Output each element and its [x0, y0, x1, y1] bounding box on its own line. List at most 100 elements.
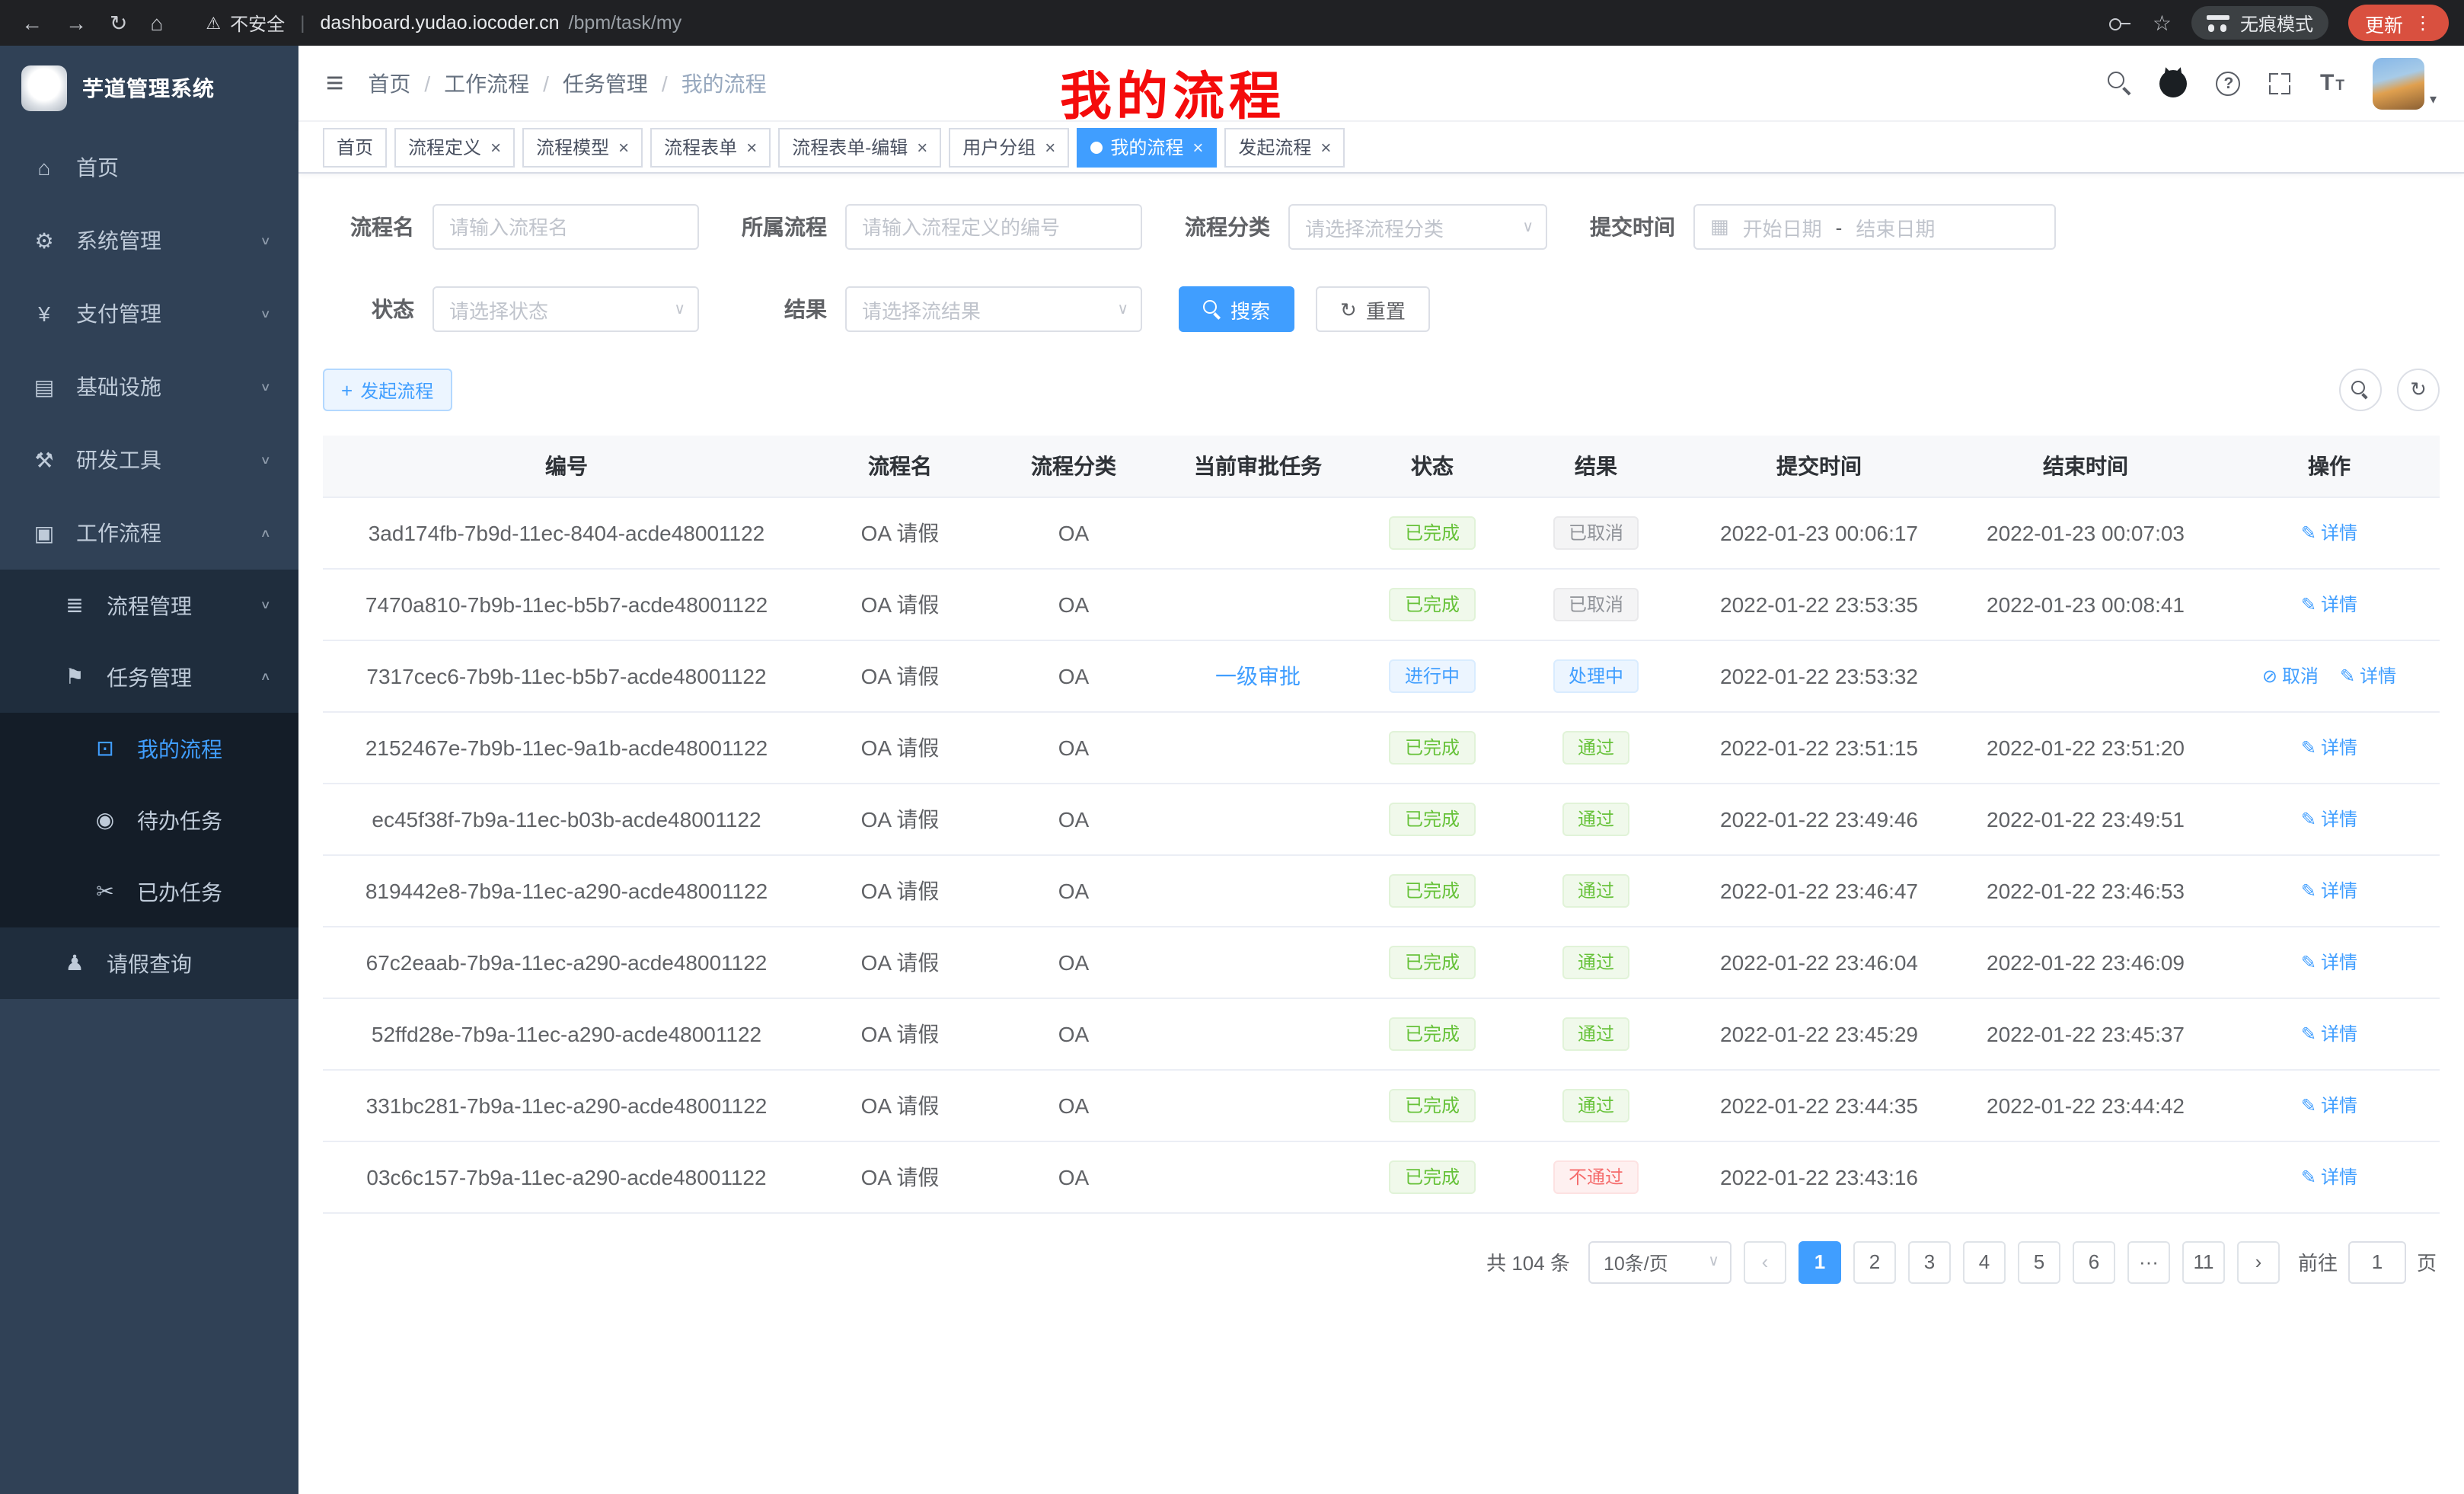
bookmark-star-icon[interactable]: ☆ — [2153, 10, 2172, 36]
font-size-icon[interactable]: TT — [2320, 72, 2344, 94]
page-button[interactable]: 2 — [1853, 1240, 1896, 1283]
sidebar-item-payment-management[interactable]: ¥支付管理∨ — [0, 277, 298, 350]
page-button[interactable]: 3 — [1908, 1240, 1951, 1283]
sidebar-item-process-management[interactable]: ≣流程管理∨ — [0, 570, 298, 641]
cancel-link[interactable]: ⊘取消 — [2262, 663, 2319, 689]
detail-link[interactable]: ✎详情 — [2340, 663, 2396, 689]
logo-row[interactable]: 芋道管理系统 — [0, 46, 298, 131]
browser-home-icon[interactable]: ⌂ — [150, 12, 163, 34]
detail-link[interactable]: ✎详情 — [2301, 1093, 2357, 1119]
workflow-icon: ▣ — [30, 520, 58, 546]
detail-link[interactable]: ✎详情 — [2301, 1021, 2357, 1047]
cell-category: OA — [990, 1141, 1157, 1212]
sidebar-item-my-process[interactable]: ⊡我的流程 — [0, 713, 298, 784]
tab-home[interactable]: 首页 — [323, 127, 387, 167]
browser-update-button[interactable]: 更新 ⋮ — [2348, 5, 2449, 41]
sidebar-item-todo-task[interactable]: ◉待办任务 — [0, 784, 298, 856]
reset-button[interactable]: ↻ 重置 — [1316, 286, 1430, 332]
cell-actions: ✎详情 — [2219, 1069, 2440, 1141]
goto-page-input[interactable] — [2348, 1240, 2406, 1283]
prev-page-button[interactable]: ‹ — [1744, 1240, 1786, 1283]
category-select[interactable]: 请选择流程分类 ∨ — [1288, 204, 1547, 250]
detail-link[interactable]: ✎详情 — [2301, 592, 2357, 618]
next-page-button[interactable]: › — [2237, 1240, 2280, 1283]
detail-link[interactable]: ✎详情 — [2301, 1164, 2357, 1190]
tab-process-model[interactable]: 流程模型× — [522, 127, 643, 167]
password-key-icon[interactable] — [2110, 12, 2133, 34]
detail-link[interactable]: ✎详情 — [2301, 950, 2357, 975]
close-icon[interactable]: × — [1192, 138, 1203, 156]
sidebar-item-dev-tools[interactable]: ⚒研发工具∨ — [0, 423, 298, 496]
close-icon[interactable]: × — [1045, 138, 1055, 156]
back-icon[interactable]: ← — [21, 12, 43, 34]
date-range-picker[interactable]: ▦ 开始日期 - 结束日期 — [1693, 204, 2056, 250]
incognito-badge: 无痕模式 — [2191, 6, 2328, 40]
tab-my-process[interactable]: 我的流程× — [1077, 127, 1217, 167]
close-icon[interactable]: × — [746, 138, 757, 156]
browser-right-controls: ☆ 无痕模式 更新 ⋮ — [2110, 5, 2464, 41]
tab-process-definition[interactable]: 流程定义× — [394, 127, 515, 167]
app-title: 芋道管理系统 — [82, 73, 215, 104]
cell-status: 已完成 — [1358, 854, 1506, 926]
cell-status: 已完成 — [1358, 1069, 1506, 1141]
breadcrumb-item[interactable]: 任务管理 — [563, 68, 648, 98]
fullscreen-icon[interactable] — [2270, 72, 2291, 94]
result-select[interactable]: 请选择流结果 ∨ — [845, 286, 1142, 332]
navbar: ≡ 首页/工作流程/任务管理/我的流程 我的流程 ? TT ▾ — [298, 46, 2464, 122]
column-header: 流程分类 — [990, 436, 1157, 496]
page-button[interactable]: 5 — [2018, 1240, 2060, 1283]
close-icon[interactable]: × — [1320, 138, 1331, 156]
tab-user-group[interactable]: 用户分组× — [949, 127, 1069, 167]
url-bar[interactable]: ⚠ 不安全 | dashboard.yudao.iocoder.cn/bpm/t… — [206, 10, 681, 36]
tab-process-form[interactable]: 流程表单× — [650, 127, 771, 167]
cell-current-task — [1157, 1141, 1358, 1212]
github-icon[interactable] — [2160, 69, 2188, 97]
page-button[interactable]: 4 — [1963, 1240, 2006, 1283]
page-button[interactable]: 6 — [2073, 1240, 2115, 1283]
user-menu[interactable]: ▾ — [2373, 57, 2437, 109]
sidebar-item-workflow[interactable]: ▣工作流程∧ — [0, 496, 298, 570]
detail-link[interactable]: ✎详情 — [2301, 520, 2357, 546]
pagination-ellipsis[interactable]: ··· — [2127, 1240, 2170, 1283]
current-task-link[interactable]: 一级审批 — [1215, 663, 1301, 688]
search-toggle-button[interactable] — [2339, 369, 2382, 411]
help-icon[interactable]: ? — [2217, 71, 2241, 95]
create-process-button[interactable]: + 发起流程 — [323, 369, 452, 411]
date-separator: - — [1836, 215, 1843, 238]
sidebar-item-system-management[interactable]: ⚙系统管理∨ — [0, 204, 298, 277]
dev-tools-icon: ⚒ — [30, 447, 58, 473]
refresh-button[interactable]: ↻ — [2397, 369, 2440, 411]
cell-id: 03c6c157-7b9a-11ec-a290-acde48001122 — [323, 1141, 810, 1212]
detail-link[interactable]: ✎详情 — [2301, 878, 2357, 904]
tab-start-process[interactable]: 发起流程× — [1224, 127, 1345, 167]
page-size-select[interactable]: 10条/页 ∨ — [1588, 1240, 1732, 1283]
sidebar-item-home[interactable]: ⌂首页 — [0, 131, 298, 204]
sidebar-item-label: 工作流程 — [76, 518, 161, 548]
hamburger-icon[interactable]: ≡ — [326, 68, 343, 98]
page-button[interactable]: 11 — [2182, 1240, 2225, 1283]
sidebar-item-task-management[interactable]: ⚑任务管理∧ — [0, 641, 298, 713]
tab-process-form-edit[interactable]: 流程表单-编辑× — [778, 127, 941, 167]
browser-menu-icon[interactable]: ⋮ — [2414, 12, 2432, 34]
process-name-input[interactable] — [432, 204, 699, 250]
sidebar-item-leave-query[interactable]: ♟请假查询 — [0, 927, 298, 999]
detail-link[interactable]: ✎详情 — [2301, 806, 2357, 832]
close-icon[interactable]: × — [917, 138, 927, 156]
sidebar-item-done-task[interactable]: ✂已办任务 — [0, 856, 298, 927]
avatar[interactable] — [2373, 57, 2425, 109]
breadcrumb-item[interactable]: 首页 — [368, 68, 410, 98]
status-select[interactable]: 请选择状态 ∨ — [432, 286, 699, 332]
detail-link[interactable]: ✎详情 — [2301, 735, 2357, 761]
close-icon[interactable]: × — [618, 138, 629, 156]
page-button[interactable]: 1 — [1799, 1240, 1841, 1283]
search-icon[interactable] — [2108, 72, 2131, 94]
filter-parent-process: 所属流程 — [736, 204, 1142, 250]
reload-icon[interactable]: ↻ — [110, 12, 127, 34]
search-button[interactable]: 搜索 — [1179, 286, 1294, 332]
parent-process-input[interactable] — [845, 204, 1142, 250]
close-icon[interactable]: × — [490, 138, 501, 156]
forward-icon[interactable]: → — [65, 12, 87, 34]
cell-result: 通过 — [1506, 711, 1686, 783]
breadcrumb-item[interactable]: 工作流程 — [444, 68, 529, 98]
sidebar-item-infrastructure[interactable]: ▤基础设施∨ — [0, 350, 298, 423]
